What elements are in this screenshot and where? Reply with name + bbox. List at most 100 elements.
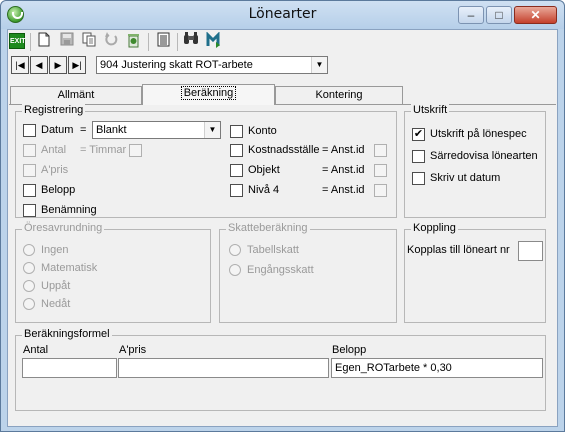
skriv-datum-label: Skriv ut datum xyxy=(430,172,501,184)
radio-uppat-label: Uppåt xyxy=(41,280,71,292)
datum-select-value: Blankt xyxy=(96,124,127,136)
skatteberakning-group: Skatteberäkning Tabellskatt Engångsskatt xyxy=(219,222,397,323)
record-select-value: 904 Justering skatt ROT-arbete xyxy=(100,59,253,71)
benamning-checkbox[interactable] xyxy=(23,204,36,217)
formel-antal-input[interactable] xyxy=(22,358,117,378)
kostnadsstalle-anstid-checkbox[interactable] xyxy=(374,144,387,157)
save-icon[interactable] xyxy=(57,32,77,52)
tab-kontering[interactable]: Kontering xyxy=(275,86,403,104)
radio-uppat[interactable] xyxy=(23,280,35,292)
formel-antal-label: Antal xyxy=(23,344,49,356)
next-record-button[interactable]: ▶ xyxy=(49,56,67,74)
radio-ingen[interactable] xyxy=(23,244,35,256)
belopp-label: Belopp xyxy=(41,184,76,196)
group-legend: Registrering xyxy=(22,104,86,116)
radio-nedat[interactable] xyxy=(23,298,35,310)
radio-engangsskatt-label: Engångsskatt xyxy=(247,264,314,276)
utskrift-lonespec-label: Utskrift på lönespec xyxy=(430,128,527,140)
tab-allmant[interactable]: Allmänt xyxy=(10,86,142,104)
konto-checkbox[interactable] xyxy=(230,125,243,138)
koppling-input[interactable] xyxy=(518,241,543,261)
chevron-down-icon[interactable]: ▼ xyxy=(311,57,327,73)
radio-engangsskatt[interactable] xyxy=(229,264,241,276)
last-record-button[interactable]: ▶| xyxy=(68,56,86,74)
close-button[interactable]: ✕ xyxy=(514,6,557,24)
koppling-label: Kopplas till löneart nr xyxy=(407,244,510,256)
first-record-button[interactable]: |◀ xyxy=(11,56,29,74)
radio-nedat-label: Nedåt xyxy=(41,298,71,310)
kostnadsstalle-checkbox[interactable] xyxy=(230,144,243,157)
tab-label: Kontering xyxy=(315,89,363,101)
konto-label: Konto xyxy=(248,125,277,137)
datum-equals: = xyxy=(80,124,87,136)
niva4-label: Nivå 4 xyxy=(248,184,280,196)
skriv-datum-checkbox[interactable] xyxy=(412,172,425,185)
list-icon[interactable] xyxy=(153,32,173,52)
sarredovisa-label: Särredovisa lönearten xyxy=(430,150,538,162)
antal-checkbox[interactable] xyxy=(23,144,36,157)
niva4-checkbox[interactable] xyxy=(230,184,243,197)
toolbar-separator xyxy=(148,33,149,51)
datum-label: Datum xyxy=(41,124,74,136)
group-legend: Öresavrundning xyxy=(22,222,105,234)
antal-equals: = Timmar xyxy=(80,144,127,156)
datum-select[interactable]: Blankt ▼ xyxy=(92,121,221,139)
radio-tabellskatt-label: Tabellskatt xyxy=(247,244,299,256)
apris-label: A'pris xyxy=(41,164,69,176)
minimize-button[interactable]: – xyxy=(458,6,484,24)
koppling-group: Koppling Kopplas till löneart nr xyxy=(404,222,546,323)
oresavrundning-group: Öresavrundning Ingen Matematisk Uppåt Ne… xyxy=(15,222,211,323)
objekt-anstid-checkbox[interactable] xyxy=(374,164,387,177)
belopp-checkbox[interactable] xyxy=(23,184,36,197)
maximize-button[interactable]: □ xyxy=(486,6,512,24)
objekt-checkbox[interactable] xyxy=(230,164,243,177)
registrering-group: Registrering Datum = Blankt ▼ Antal = Ti… xyxy=(15,104,397,218)
binoculars-icon[interactable] xyxy=(181,32,201,52)
group-legend: Beräkningsformel xyxy=(22,328,112,340)
main-window: Lönearter – □ ✕ EXIT |◀ ◀ ▶ ▶| 904 Juste… xyxy=(0,0,565,432)
formel-apris-label: A'pris xyxy=(119,344,147,356)
title-bar[interactable]: Lönearter – □ ✕ xyxy=(1,1,564,29)
antal-label: Antal xyxy=(41,144,67,156)
radio-matematisk[interactable] xyxy=(23,262,35,274)
utskrift-group: Utskrift ✔ Utskrift på lönespec Särredov… xyxy=(404,104,546,218)
radio-matematisk-label: Matematisk xyxy=(41,262,98,274)
tab-label: Allmänt xyxy=(57,89,95,101)
toolbar-separator xyxy=(30,33,31,51)
formel-belopp-input[interactable]: Egen_ROTarbete * 0,30 xyxy=(331,358,543,378)
utskrift-lonespec-checkbox[interactable]: ✔ xyxy=(412,128,425,141)
formel-apris-input[interactable] xyxy=(118,358,329,378)
berakningsformel-group: Beräkningsformel Antal A'pris Belopp Ege… xyxy=(15,328,546,411)
group-legend: Utskrift xyxy=(411,104,450,116)
objekt-label: Objekt xyxy=(248,164,280,176)
niva4-equals: = Anst.id xyxy=(322,184,365,196)
record-select[interactable]: 904 Justering skatt ROT-arbete ▼ xyxy=(96,56,328,74)
toolbar-separator xyxy=(177,33,178,51)
tab-berakning[interactable]: Beräkning xyxy=(142,84,275,105)
radio-tabellskatt[interactable] xyxy=(229,244,241,256)
apris-checkbox[interactable] xyxy=(23,164,36,177)
copy-icon[interactable] xyxy=(79,32,99,52)
kostnadsstalle-equals: = Anst.id xyxy=(322,144,365,156)
radio-ingen-label: Ingen xyxy=(41,244,69,256)
niva4-anstid-checkbox[interactable] xyxy=(374,184,387,197)
group-legend: Koppling xyxy=(411,222,458,234)
benamning-label: Benämning xyxy=(41,204,97,216)
objekt-equals: = Anst.id xyxy=(322,164,365,176)
group-legend: Skatteberäkning xyxy=(226,222,310,234)
datum-checkbox[interactable] xyxy=(23,124,36,137)
sarredovisa-checkbox[interactable] xyxy=(412,150,425,163)
formel-belopp-label: Belopp xyxy=(332,344,367,356)
client-area: EXIT |◀ ◀ ▶ ▶| 904 Justering skatt ROT-a… xyxy=(7,29,558,427)
undo-icon[interactable] xyxy=(101,32,121,52)
new-document-icon[interactable] xyxy=(34,32,54,52)
previous-record-button[interactable]: ◀ xyxy=(30,56,48,74)
merge-icon[interactable] xyxy=(204,31,224,52)
delete-icon[interactable] xyxy=(123,32,143,52)
kostnadsstalle-label: Kostnadsställe xyxy=(248,144,320,156)
chevron-down-icon[interactable]: ▼ xyxy=(204,122,220,138)
tab-label: Beräkning xyxy=(180,86,237,100)
antal-timmar-checkbox[interactable] xyxy=(129,144,142,157)
tab-panel: Registrering Datum = Blankt ▼ Antal = Ti… xyxy=(9,104,556,426)
exit-icon[interactable]: EXIT xyxy=(9,33,26,49)
